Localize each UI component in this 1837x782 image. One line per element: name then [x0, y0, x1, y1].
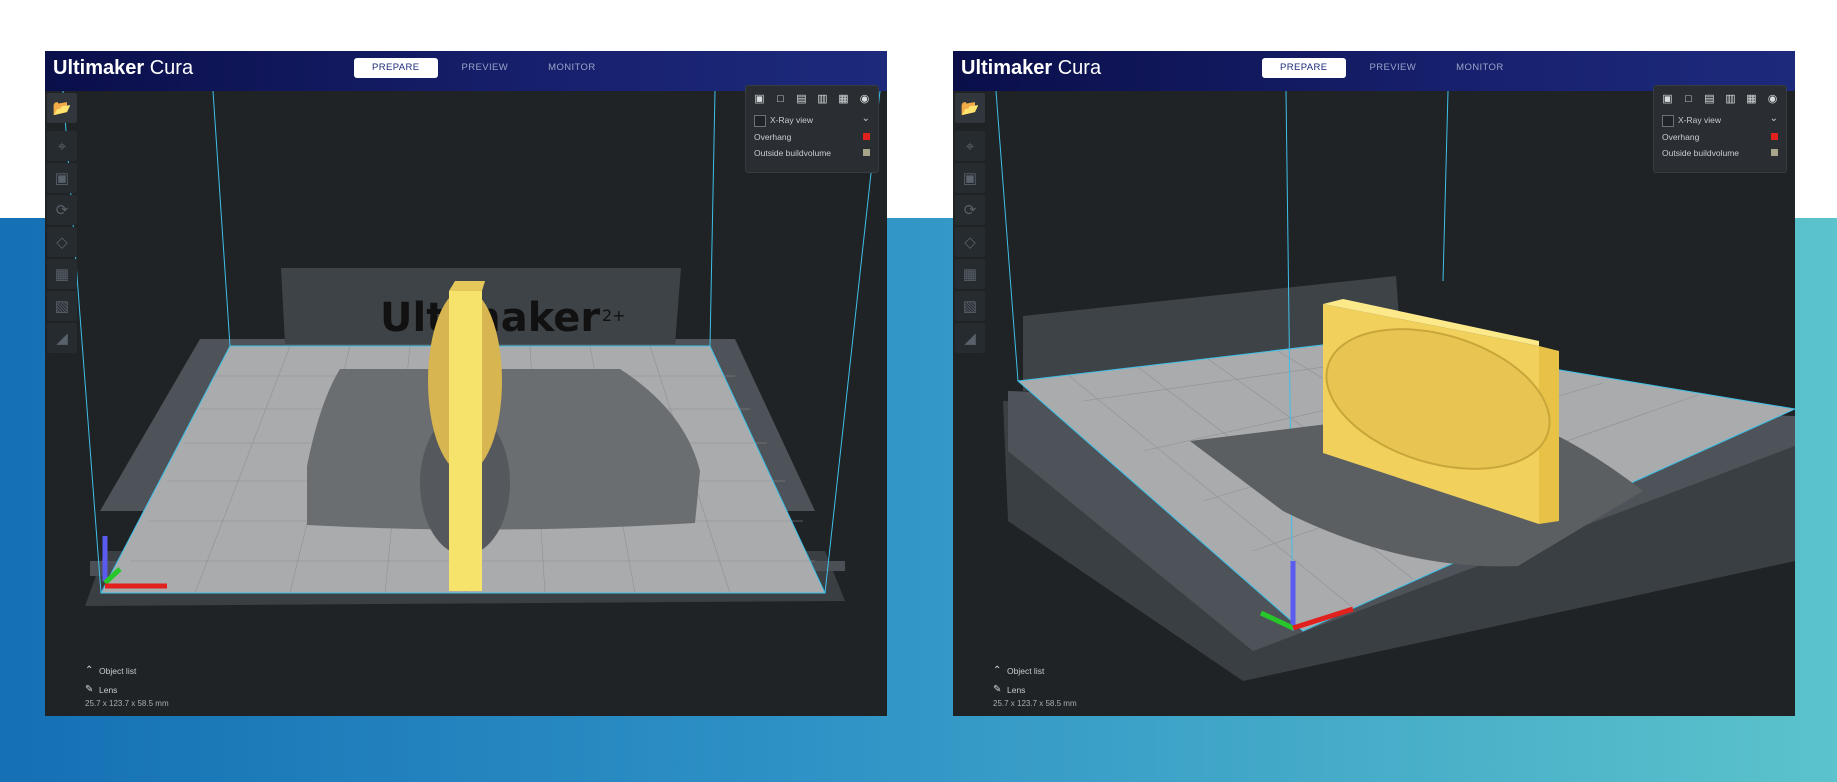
3d-viewport[interactable]: Ultimaker: [953, 91, 1795, 716]
chevron-down-icon[interactable]: ⌄: [862, 113, 870, 124]
view-right-icon[interactable]: ▦: [836, 93, 851, 106]
overhang-swatch: [863, 133, 870, 140]
lens-model-face: [449, 291, 482, 591]
support-blocker-icon[interactable]: ▧: [955, 291, 985, 321]
outside-buildvolume-swatch: [863, 149, 870, 156]
view-options-panel: ▣ □ ▤ ▥ ▦ ◉ X-Ray view ⌄ Overhang Outsid…: [745, 85, 879, 173]
tool-sidebar: 📂 ⌖ ▣ ⟳ ◇ ▦ ▧ ◢: [953, 91, 987, 355]
object-name-row[interactable]: ✎ Lens: [85, 680, 169, 699]
outside-buildvolume-label: Outside buildvolume: [754, 148, 832, 158]
view-options-panel: ▣ □ ▤ ▥ ▦ ◉ X-Ray view ⌄ Overhang Outsid…: [1653, 85, 1787, 173]
view-front-icon[interactable]: □: [1681, 93, 1696, 106]
tab-monitor[interactable]: MONITOR: [528, 58, 615, 78]
view-top-icon[interactable]: ▤: [1702, 93, 1717, 106]
overhang-swatch: [1771, 133, 1778, 140]
tab-prepare[interactable]: PREPARE: [354, 58, 438, 78]
layer-view-icon[interactable]: ◢: [955, 323, 985, 353]
xray-checkbox[interactable]: [754, 115, 766, 127]
object-list-toggle[interactable]: ⌃ Object list: [993, 661, 1077, 680]
view-left-icon[interactable]: ▥: [815, 93, 830, 106]
overhang-label: Overhang: [754, 132, 792, 142]
mirror-icon[interactable]: ◇: [47, 227, 77, 257]
app-brand: Ultimaker Cura: [961, 57, 1102, 79]
printer-logo-suffix: 2+: [602, 306, 626, 325]
object-info: ⌃ Object list ✎ Lens 25.7 x 123.7 x 58.5 m…: [993, 661, 1077, 708]
per-model-settings-icon[interactable]: ▦: [955, 259, 985, 289]
xray-label: X-Ray view: [770, 115, 813, 125]
view-right-icon[interactable]: ▦: [1744, 93, 1759, 106]
view-eye-icon[interactable]: ◉: [1765, 93, 1780, 106]
cura-window-front-view: Ultimaker Cura PREPARE PREVIEW MONITOR U…: [45, 51, 887, 716]
per-model-settings-icon[interactable]: ▦: [47, 259, 77, 289]
open-folder-icon[interactable]: 📂: [955, 93, 985, 123]
object-info: ⌃ Object list ✎ Lens 25.7 x 123.7 x 58.5 m…: [85, 661, 169, 708]
object-dimensions: 25.7 x 123.7 x 58.5 mm: [993, 699, 1077, 708]
tab-preview[interactable]: PREVIEW: [442, 58, 529, 78]
scale-icon[interactable]: ▣: [955, 163, 985, 193]
move-icon[interactable]: ⌖: [47, 131, 77, 161]
object-list-toggle[interactable]: ⌃ Object list: [85, 661, 169, 680]
rotate-icon[interactable]: ⟳: [955, 195, 985, 225]
chevron-down-icon[interactable]: ⌄: [1770, 113, 1778, 124]
support-blocker-icon[interactable]: ▧: [47, 291, 77, 321]
object-dimensions: 25.7 x 123.7 x 58.5 mm: [85, 699, 169, 708]
scale-icon[interactable]: ▣: [47, 163, 77, 193]
scene-render: Ultimaker 2+: [62, 91, 881, 606]
mirror-icon[interactable]: ◇: [955, 227, 985, 257]
3d-viewport[interactable]: Ultimaker 2+: [45, 91, 887, 716]
tool-sidebar: 📂 ⌖ ▣ ⟳ ◇ ▦ ▧ ◢: [45, 91, 79, 355]
outside-buildvolume-label: Outside buildvolume: [1662, 148, 1740, 158]
open-folder-icon[interactable]: 📂: [47, 93, 77, 123]
pencil-icon: ✎: [85, 684, 94, 695]
view-3d-icon[interactable]: ▣: [752, 93, 767, 106]
pencil-icon: ✎: [993, 684, 1002, 695]
rotate-icon[interactable]: ⟳: [47, 195, 77, 225]
object-name-row[interactable]: ✎ Lens: [993, 680, 1077, 699]
stage-tabs: PREPARE PREVIEW MONITOR: [354, 58, 616, 80]
xray-label: X-Ray view: [1678, 115, 1721, 125]
tab-monitor[interactable]: MONITOR: [1436, 58, 1523, 78]
view-3d-icon[interactable]: ▣: [1660, 93, 1675, 106]
overhang-label: Overhang: [1662, 132, 1700, 142]
lens-model-top: [449, 281, 485, 291]
move-icon[interactable]: ⌖: [955, 131, 985, 161]
tab-preview[interactable]: PREVIEW: [1350, 58, 1437, 78]
view-front-icon[interactable]: □: [773, 93, 788, 106]
tab-prepare[interactable]: PREPARE: [1262, 58, 1346, 78]
outside-buildvolume-swatch: [1771, 149, 1778, 156]
app-brand: Ultimaker Cura: [53, 57, 194, 79]
cura-window-angled-view: Ultimaker Cura PREPARE PREVIEW MONITOR U…: [953, 51, 1795, 716]
scene-render: Ultimaker: [995, 91, 1795, 681]
layer-view-icon[interactable]: ◢: [47, 323, 77, 353]
view-eye-icon[interactable]: ◉: [857, 93, 872, 106]
chevron-up-icon: ⌃: [85, 665, 94, 676]
stage-tabs: PREPARE PREVIEW MONITOR: [1262, 58, 1524, 80]
view-top-icon[interactable]: ▤: [794, 93, 809, 106]
chevron-up-icon: ⌃: [993, 665, 1002, 676]
xray-checkbox[interactable]: [1662, 115, 1674, 127]
view-left-icon[interactable]: ▥: [1723, 93, 1738, 106]
